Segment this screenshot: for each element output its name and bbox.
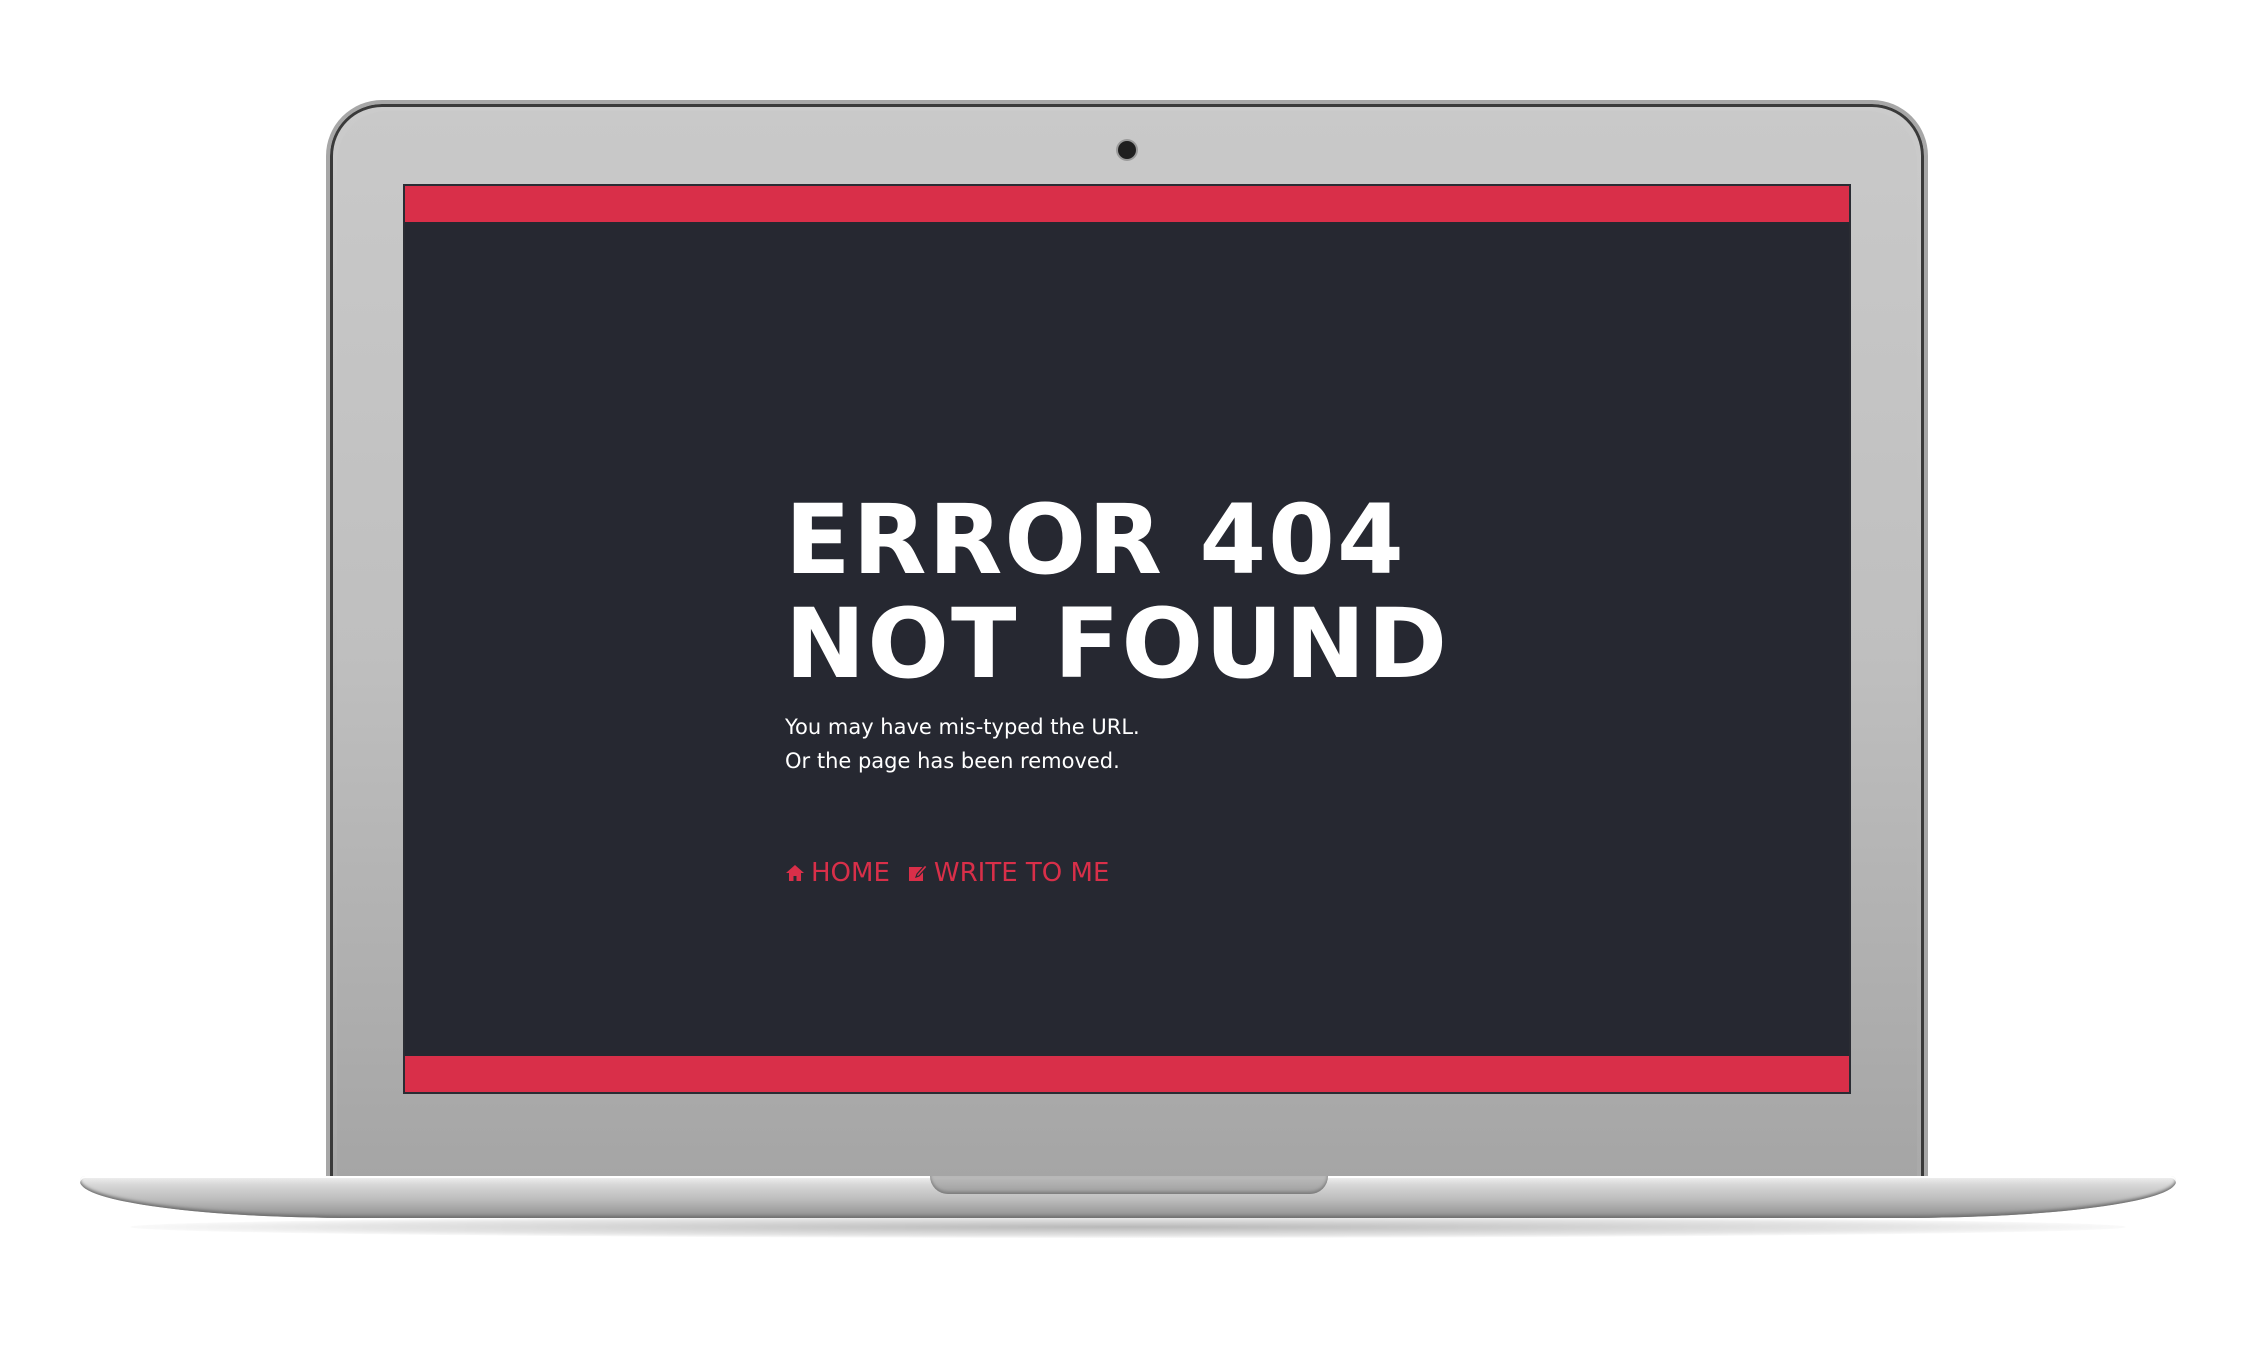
error-message: You may have mis-typed the URL. Or the p…	[785, 710, 1585, 778]
error-content: ERROR 404 NOT FOUND You may have mis-typ…	[785, 488, 1585, 888]
home-icon	[785, 863, 805, 883]
write-to-me-link-label: WRITE TO ME	[933, 858, 1110, 888]
error-message-line-2: Or the page has been removed.	[785, 749, 1120, 773]
error-nav: HOME WRITE TO ME	[785, 858, 1585, 888]
error-title-line-2: NOT FOUND	[785, 588, 1450, 700]
error-title: ERROR 404 NOT FOUND	[785, 488, 1585, 696]
webcam-icon	[1118, 141, 1136, 159]
laptop-screen: ERROR 404 NOT FOUND You may have mis-typ…	[403, 184, 1851, 1094]
bottom-accent-bar	[405, 1056, 1849, 1092]
laptop-hinge-notch	[930, 1176, 1328, 1194]
laptop-shadow	[130, 1216, 2126, 1238]
edit-icon	[908, 863, 928, 883]
error-title-line-1: ERROR 404	[785, 484, 1406, 596]
home-link[interactable]: HOME	[785, 858, 890, 888]
top-accent-bar	[405, 186, 1849, 222]
home-link-label: HOME	[811, 858, 890, 888]
error-message-line-1: You may have mis-typed the URL.	[785, 715, 1140, 739]
write-to-me-link[interactable]: WRITE TO ME	[908, 858, 1110, 888]
